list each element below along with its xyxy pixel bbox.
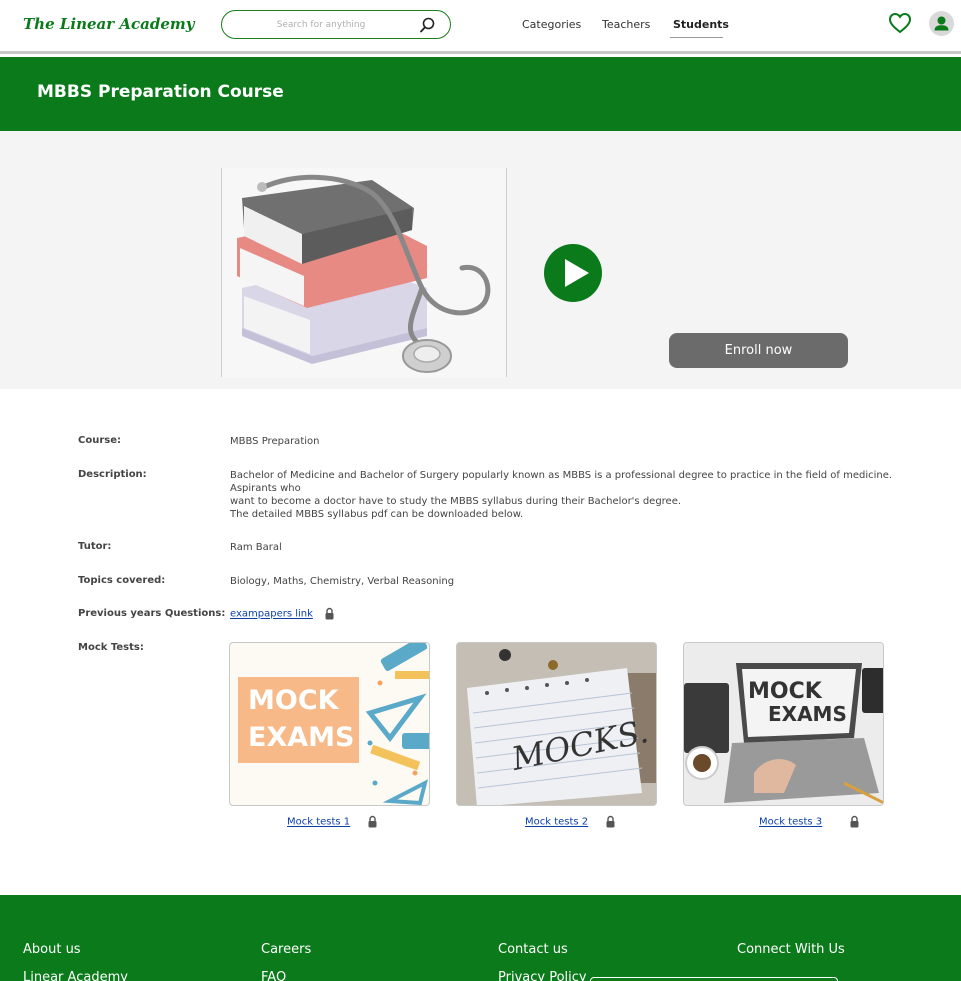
mock-test-link-row-1: Mock tests 1 bbox=[287, 815, 378, 828]
play-video-button[interactable] bbox=[544, 244, 602, 302]
exampapers-link[interactable]: exampapers link bbox=[230, 609, 313, 620]
heart-icon[interactable] bbox=[888, 11, 912, 35]
search-icon[interactable] bbox=[418, 16, 436, 34]
mock-tests-2-link[interactable]: Mock tests 2 bbox=[525, 817, 588, 828]
user-avatar[interactable] bbox=[929, 11, 954, 36]
mock-test-link-row-2: Mock tests 2 bbox=[525, 815, 616, 828]
footer-faq[interactable]: FAQ bbox=[261, 970, 286, 981]
mock-tests-1-link[interactable]: Mock tests 1 bbox=[287, 817, 350, 828]
search-box[interactable] bbox=[221, 10, 451, 39]
topics-label: Topics covered: bbox=[78, 575, 166, 586]
play-icon bbox=[565, 259, 589, 287]
mock-image-text: MOCK bbox=[748, 679, 823, 704]
active-nav-underline bbox=[670, 37, 723, 38]
lock-icon bbox=[325, 607, 334, 620]
site-logo[interactable]: The Linear Academy bbox=[23, 15, 194, 33]
description-line: want to become a doctor have to study th… bbox=[230, 496, 682, 507]
footer-careers[interactable]: Careers bbox=[261, 942, 311, 957]
mock-test-link-row-3: Mock tests 3 bbox=[759, 815, 860, 828]
mock-image-text: EXAMS bbox=[768, 702, 847, 726]
lock-icon bbox=[850, 815, 859, 828]
lock-icon bbox=[606, 815, 615, 828]
footer-privacy-policy[interactable]: Privacy Policy bbox=[498, 970, 587, 981]
tutor-value: Ram Baral bbox=[230, 542, 282, 553]
mock-tests-label: Mock Tests: bbox=[78, 642, 144, 653]
top-navigation-bar: The Linear Academy Categories Teachers S… bbox=[0, 0, 961, 54]
mock-image-text: MOCK bbox=[248, 685, 340, 716]
footer-linear-academy[interactable]: Linear Academy bbox=[23, 970, 128, 981]
laptop-mock-exams-illustration: MOCK EXAMS bbox=[684, 643, 883, 805]
books-stethoscope-illustration bbox=[237, 174, 491, 373]
mocks-notepad-illustration: MOCKS. bbox=[457, 643, 656, 805]
mock-tests-3-link[interactable]: Mock tests 3 bbox=[759, 817, 822, 828]
mock-test-card-3[interactable]: MOCK EXAMS bbox=[683, 642, 884, 806]
enroll-now-button[interactable]: Enroll now bbox=[669, 333, 848, 368]
course-label: Course: bbox=[78, 435, 121, 446]
course-title-band: MBBS Preparation Course bbox=[0, 57, 961, 131]
lock-icon bbox=[368, 815, 377, 828]
course-cover-image bbox=[221, 168, 507, 377]
description-label: Description: bbox=[78, 469, 147, 480]
footer-contact-us[interactable]: Contact us bbox=[498, 942, 568, 957]
description-line: The detailed MBBS syllabus pdf can be do… bbox=[230, 509, 524, 520]
search-input[interactable] bbox=[236, 16, 406, 33]
user-icon bbox=[934, 16, 949, 31]
tutor-label: Tutor: bbox=[78, 541, 112, 552]
description-line: Bachelor of Medicine and Bachelor of Sur… bbox=[230, 470, 893, 481]
mock-test-card-2[interactable]: MOCKS. bbox=[456, 642, 657, 806]
course-value: MBBS Preparation bbox=[230, 436, 320, 447]
nav-categories[interactable]: Categories bbox=[522, 18, 581, 31]
site-footer: About us Linear Academy Careers FAQ Cont… bbox=[0, 895, 961, 981]
mock-exams-illustration: MOCK EXAMS bbox=[238, 643, 429, 805]
topics-value: Biology, Maths, Chemistry, Verbal Reason… bbox=[230, 576, 455, 587]
previous-questions-label: Previous years Questions: bbox=[78, 608, 226, 619]
previous-questions-row: exampapers link bbox=[230, 607, 335, 621]
nav-students[interactable]: Students bbox=[673, 18, 729, 31]
description-line: Aspirants who bbox=[230, 483, 301, 494]
mock-test-card-1[interactable]: MOCK EXAMS bbox=[229, 642, 430, 806]
footer-connect-with-us: Connect With Us bbox=[737, 942, 845, 957]
nav-teachers[interactable]: Teachers bbox=[602, 18, 650, 31]
footer-subscribe-field[interactable] bbox=[590, 977, 838, 981]
course-hero: Enroll now bbox=[0, 131, 961, 389]
mock-image-text: EXAMS bbox=[248, 722, 354, 753]
page-title: MBBS Preparation Course bbox=[37, 82, 284, 102]
description-text: Bachelor of Medicine and Bachelor of Sur… bbox=[230, 469, 910, 521]
footer-about-us[interactable]: About us bbox=[23, 942, 81, 957]
